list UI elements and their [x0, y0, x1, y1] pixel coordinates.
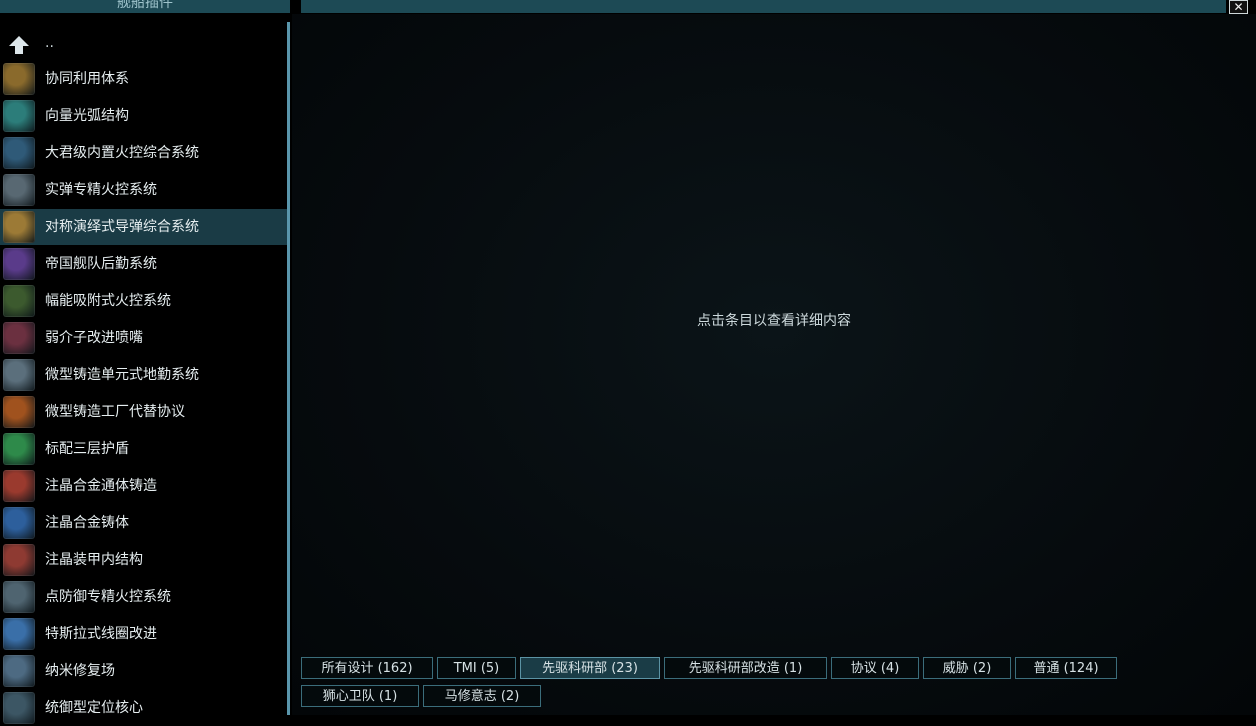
plugin-list-item-label: 标配三层护盾	[45, 441, 129, 457]
core-icon	[3, 692, 35, 724]
plugin-list-item-label: 幅能吸附式火控系统	[45, 293, 171, 309]
red-armor-plate-icon	[3, 470, 35, 502]
plugin-list-item-label: 特斯拉式线圈改进	[45, 626, 157, 642]
plugin-list-item[interactable]: 标配三层护盾	[0, 431, 287, 467]
detail-hint: 点击条目以查看详细内容	[697, 313, 851, 329]
plugin-list-item[interactable]: 注晶合金铸体	[0, 505, 287, 541]
parent-folder-label: ..	[45, 35, 54, 51]
plugin-list-item[interactable]: 微型铸造工厂代替协议	[0, 394, 287, 430]
plugin-list-item-label: 向量光弧结构	[45, 108, 129, 124]
nano-field-icon	[3, 655, 35, 687]
window-title: 舰船插件	[117, 0, 173, 11]
filter-tab[interactable]: 协议 (4)	[831, 657, 919, 679]
plugin-list-item[interactable]: 点防御专精火控系统	[0, 579, 287, 615]
striped-panel-icon	[3, 359, 35, 391]
plugin-list-item-label: 弱介子改进喷嘴	[45, 330, 143, 346]
plugin-list-item-label: 微型铸造单元式地勤系统	[45, 367, 199, 383]
filter-tab[interactable]: 狮心卫队 (1)	[301, 685, 419, 707]
plugin-list-item-label: 实弹专精火控系统	[45, 182, 157, 198]
plugin-list-item[interactable]: 统御型定位核心	[0, 690, 287, 726]
plugin-list-item-label: 注晶合金通体铸造	[45, 478, 157, 494]
red-nozzle-icon	[3, 322, 35, 354]
up-arrow-icon	[9, 36, 29, 54]
gold-coil-icon	[3, 63, 35, 95]
plugin-list-item-label: 协同利用体系	[45, 71, 129, 87]
filter-tab[interactable]: 马修意志 (2)	[423, 685, 541, 707]
plugin-list-item[interactable]: 向量光弧结构	[0, 98, 287, 134]
turret-icon	[3, 581, 35, 613]
detail-panel: 点击条目以查看详细内容	[292, 14, 1256, 715]
plugin-list-item-label: 纳米修复场	[45, 663, 115, 679]
plugin-list-item[interactable]: 注晶装甲内结构	[0, 542, 287, 578]
plugin-list-item-label: 微型铸造工厂代替协议	[45, 404, 185, 420]
window-title-bar: 舰船插件	[0, 0, 290, 13]
plugin-list-item[interactable]: 协同利用体系	[0, 61, 287, 97]
grey-launcher-icon	[3, 174, 35, 206]
top-bar	[301, 0, 1226, 13]
plugin-list-item-label: 注晶装甲内结构	[45, 552, 143, 568]
fire-forge-icon	[3, 396, 35, 428]
plugin-list-item[interactable]: 对称演绎式导弹综合系统	[0, 209, 287, 245]
filter-tab[interactable]: 普通 (124)	[1015, 657, 1117, 679]
missile-rack-icon	[3, 211, 35, 243]
plugin-list-item[interactable]: 特斯拉式线圈改进	[0, 616, 287, 652]
sidebar-divider	[287, 22, 290, 715]
plugin-list-item[interactable]: 实弹专精火控系统	[0, 172, 287, 208]
filter-tab[interactable]: 先驱科研部 (23)	[520, 657, 660, 679]
teal-arc-icon	[3, 100, 35, 132]
purple-cell-icon	[3, 248, 35, 280]
green-sparks-icon	[3, 285, 35, 317]
filter-tab[interactable]: 先驱科研部改造 (1)	[664, 657, 827, 679]
green-shield-icon	[3, 433, 35, 465]
plugin-list-item[interactable]: 幅能吸附式火控系统	[0, 283, 287, 319]
plugin-list-item-label: 点防御专精火控系统	[45, 589, 171, 605]
red-armor-frame-icon	[3, 544, 35, 576]
filter-tab[interactable]: 威胁 (2)	[923, 657, 1011, 679]
filter-tab[interactable]: 所有设计 (162)	[301, 657, 433, 679]
tesla-coil-icon	[3, 618, 35, 650]
plugin-list-item[interactable]: 帝国舰队后勤系统	[0, 246, 287, 282]
plugin-list: .. 协同利用体系 向量光弧结构大君级内置火控综合系统 实弹专精火控系统对称演绎式导…	[0, 22, 287, 724]
plugin-list-item[interactable]: 注晶合金通体铸造	[0, 468, 287, 504]
plugin-list-item-label: 大君级内置火控综合系统	[45, 145, 199, 161]
plugin-list-item-label: 注晶合金铸体	[45, 515, 129, 531]
plugin-list-item[interactable]: 大君级内置火控综合系统	[0, 135, 287, 171]
plugin-list-item-label: 统御型定位核心	[45, 700, 143, 716]
parent-folder-item[interactable]: ..	[0, 24, 287, 60]
blue-armor-plate-icon	[3, 507, 35, 539]
plugin-list-item[interactable]: 纳米修复场	[0, 653, 287, 689]
filter-tab[interactable]: TMI (5)	[437, 657, 516, 679]
plugin-list-item[interactable]: 弱介子改进喷嘴	[0, 320, 287, 356]
plugin-list-item-label: 帝国舰队后勤系统	[45, 256, 157, 272]
plugin-list-item[interactable]: 微型铸造单元式地勤系统	[0, 357, 287, 393]
blue-grid-icon	[3, 137, 35, 169]
plugin-list-item-label: 对称演绎式导弹综合系统	[45, 219, 199, 235]
close-button[interactable]: ✕	[1229, 0, 1248, 14]
